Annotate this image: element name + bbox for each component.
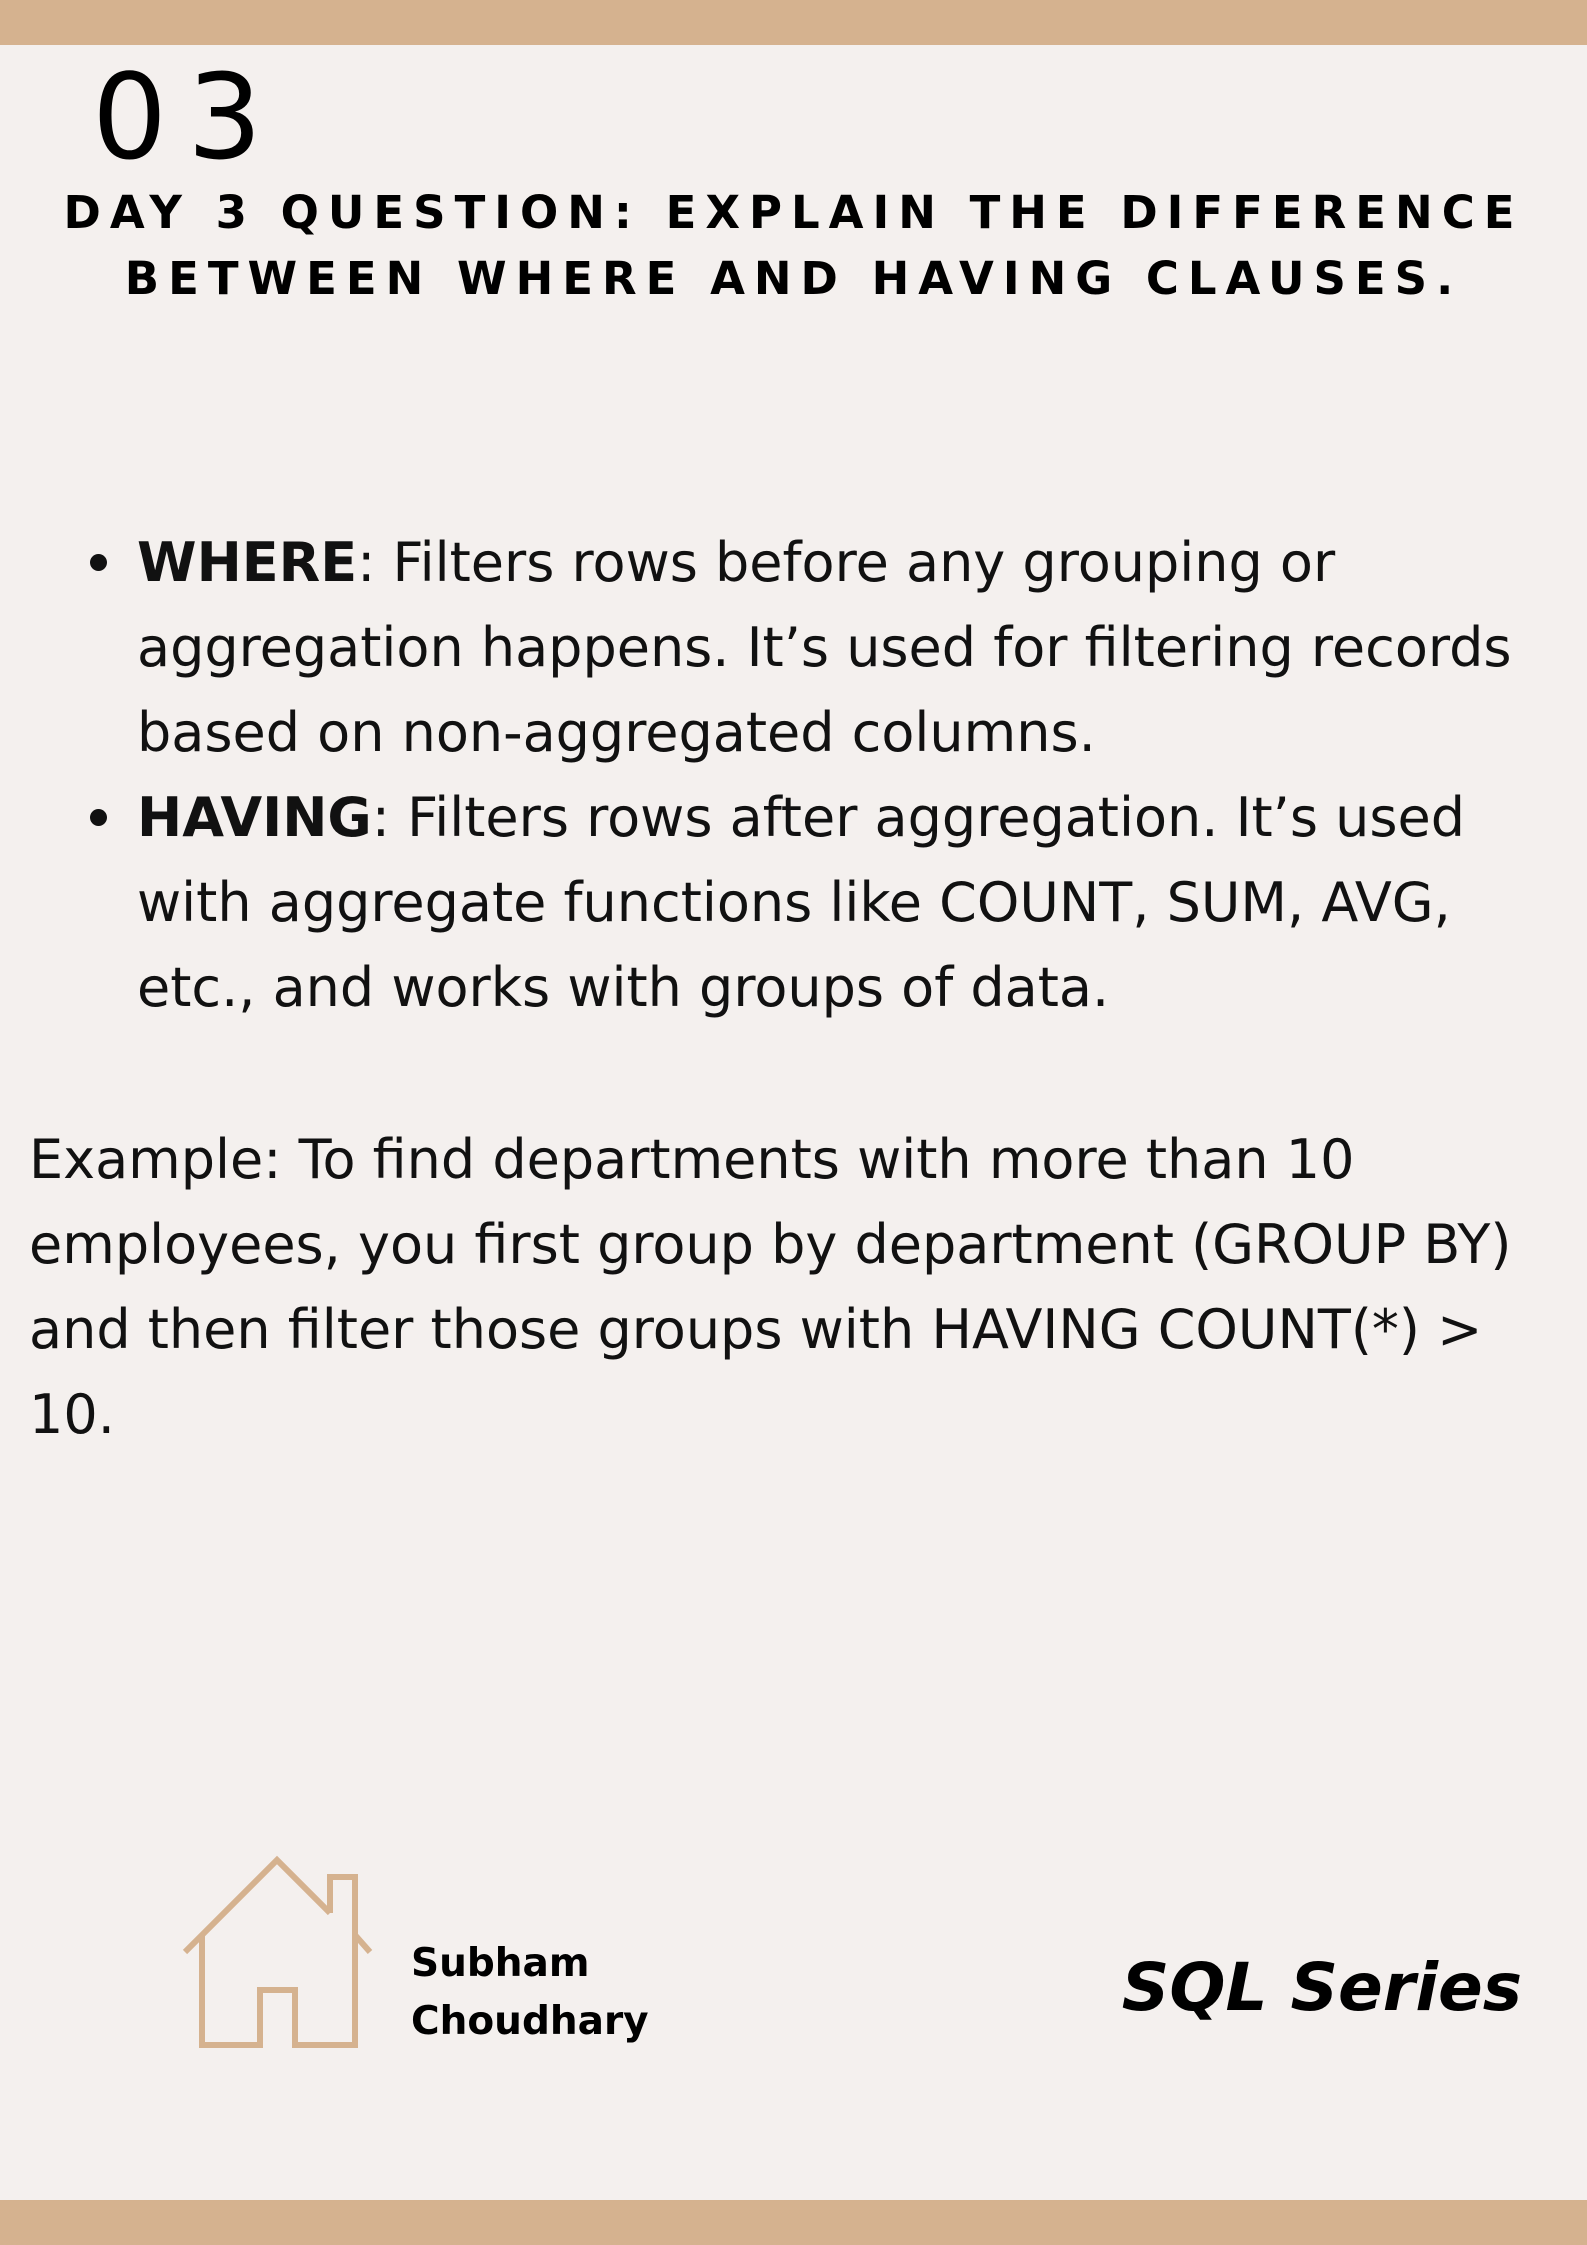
bullet-item-having: HAVING: Filters rows after aggregation. … [0, 775, 1587, 1030]
bullet-dot [90, 554, 107, 571]
bullet-term: HAVING [137, 786, 372, 849]
question-heading: Day 3 Question: Explain the difference b… [63, 186, 1524, 305]
example-paragraph: Example: To find departments with more t… [29, 1128, 1512, 1446]
author-name: Subham Choudhary [411, 1935, 649, 2051]
bottom-accent-bar [0, 2200, 1587, 2245]
bullet-list: WHERE: Filters rows before any grouping … [0, 520, 1587, 1030]
top-accent-bar [0, 0, 1587, 45]
page-number: 03 [92, 48, 283, 186]
series-title: SQL Series [1121, 1949, 1522, 2026]
bullet-item-where: WHERE: Filters rows before any grouping … [0, 520, 1587, 775]
house-icon [180, 1855, 375, 2050]
bullet-dot [90, 809, 107, 826]
author-first-name: Subham [411, 1941, 590, 1986]
bullet-term: WHERE [137, 531, 358, 594]
author-last-name: Choudhary [411, 1999, 649, 2044]
